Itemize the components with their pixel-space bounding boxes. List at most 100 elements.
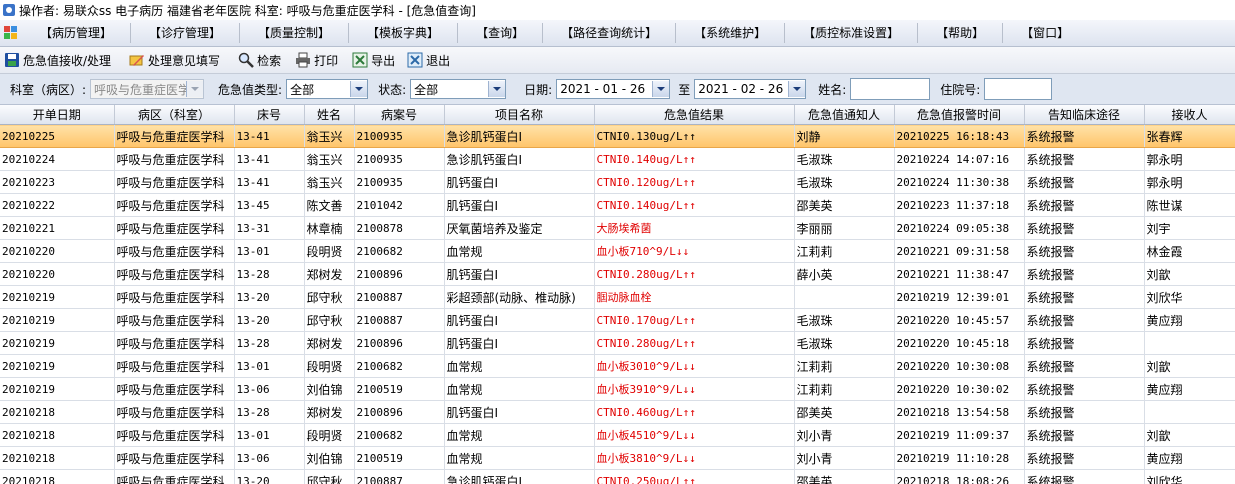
receive-button[interactable]: 危急值接收/处理 [0, 48, 115, 72]
menu-qc-standards[interactable]: 【质控标准设置】 [793, 20, 909, 46]
menu-window[interactable]: 【窗口】 [1011, 20, 1079, 46]
cell-bed: 13-28 [234, 262, 305, 286]
col-header-channel[interactable]: 告知临床途径 [1024, 105, 1145, 125]
cell-notifier: 江莉莉 [794, 377, 895, 401]
cell-item: 血常规 [444, 239, 595, 263]
col-header-record-no[interactable]: 病案号 [354, 105, 445, 125]
cell-notifier: 毛淑珠 [794, 147, 895, 171]
col-header-name[interactable]: 姓名 [304, 105, 355, 125]
chevron-down-icon [652, 81, 670, 97]
menu-separator [457, 23, 459, 43]
cell-order-date: 20210220 [0, 239, 115, 263]
cell-record-no: 2100935 [354, 147, 445, 171]
app-icon [3, 4, 15, 16]
cell-bed: 13-45 [234, 193, 305, 217]
date-to-picker[interactable]: 2021 - 02 - 26 [694, 79, 807, 99]
status-select[interactable]: 全部 [410, 79, 507, 99]
dept-label: 科室（病区）: [10, 82, 87, 97]
cell-name: 邱守秋 [304, 469, 355, 484]
title-bar: 操作者: 易联众ss 电子病历 福建省老年医院 科室: 呼吸与危重症医学科 - … [0, 0, 1235, 20]
table-row[interactable]: 20210221 呼吸与危重症医学科 13-31 林章楠 2100878 厌氧菌培养及鉴定… [0, 216, 1235, 240]
table-row[interactable]: 20210225 呼吸与危重症医学科 13-41 翁玉兴 2100935 急诊肌钙蛋白I C… [0, 124, 1235, 148]
cell-record-no: 2100519 [354, 377, 445, 401]
menu-help[interactable]: 【帮助】 [926, 20, 994, 46]
print-button[interactable]: 打印 [291, 48, 342, 72]
cell-result: CTNI0.140ug/L↑↑ [594, 147, 795, 171]
export-icon [352, 52, 368, 68]
cell-item: 血常规 [444, 446, 595, 470]
cell-name: 邱守秋 [304, 285, 355, 309]
table-row[interactable]: 20210219 呼吸与危重症医学科 13-28 郑树发 2100896 肌钙蛋白I CTN… [0, 331, 1235, 355]
cell-alarm-time: 20210219 11:09:37 [894, 423, 1025, 447]
table-row[interactable]: 20210218 呼吸与危重症医学科 13-06 刘伯锦 2100519 血常规 血小板38… [0, 446, 1235, 470]
table-row[interactable]: 20210220 呼吸与危重症医学科 13-01 段明贤 2100682 血常规 血小板71… [0, 239, 1235, 263]
chevron-down-icon [186, 81, 204, 97]
cell-order-date: 20210219 [0, 354, 115, 378]
cell-notifier: 邵美英 [794, 400, 895, 424]
name-input[interactable] [850, 78, 931, 100]
cell-item: 肌钙蛋白I [444, 262, 595, 286]
cell-ward: 呼吸与危重症医学科 [114, 308, 235, 332]
search-label: 检索 [257, 53, 282, 68]
window-menu-icon[interactable] [4, 26, 18, 40]
exit-button[interactable]: 退出 [403, 48, 454, 72]
cell-ward: 呼吸与危重症医学科 [114, 285, 235, 309]
save-disk-icon [4, 52, 20, 68]
col-header-result[interactable]: 危急值结果 [594, 105, 795, 125]
menu-separator [542, 23, 544, 43]
opinion-button[interactable]: 处理意见填写 [125, 48, 224, 72]
exit-label: 退出 [426, 53, 451, 68]
cell-bed: 13-01 [234, 423, 305, 447]
col-header-notifier[interactable]: 危急值通知人 [794, 105, 895, 125]
cell-receiver: 刘歆 [1144, 354, 1235, 378]
table-row[interactable]: 20210222 呼吸与危重症医学科 13-45 陈文善 2101042 肌钙蛋白I CTN… [0, 193, 1235, 217]
table-row[interactable]: 20210218 呼吸与危重症医学科 13-28 郑树发 2100896 肌钙蛋白I CTN… [0, 400, 1235, 424]
menu-system-maintenance[interactable]: 【系统维护】 [684, 20, 776, 46]
menu-separator [675, 23, 677, 43]
cell-result: CTNI0.120ug/L↑↑ [594, 170, 795, 194]
cell-channel: 系统报警 [1024, 124, 1145, 148]
cell-notifier: 邵美英 [794, 469, 895, 484]
alert-type-select[interactable]: 全部 [286, 79, 369, 99]
cell-name: 翁玉兴 [304, 147, 355, 171]
menu-template-dictionary[interactable]: 【模板字典】 [357, 20, 449, 46]
cell-receiver: 刘歆 [1144, 262, 1235, 286]
table-row[interactable]: 20210219 呼吸与危重症医学科 13-01 段明贤 2100682 血常规 血小板30… [0, 354, 1235, 378]
cell-notifier: 毛淑珠 [794, 331, 895, 355]
menu-query[interactable]: 【查询】 [466, 20, 534, 46]
table-row[interactable]: 20210220 呼吸与危重症医学科 13-28 郑树发 2100896 肌钙蛋白I CTN… [0, 262, 1235, 286]
dept-select[interactable]: 呼吸与危重症医学 [90, 79, 205, 99]
col-header-ward[interactable]: 病区（科室） [114, 105, 235, 125]
col-header-item[interactable]: 项目名称 [444, 105, 595, 125]
admission-number-input[interactable] [984, 78, 1053, 100]
col-header-receiver[interactable]: 接收人 [1144, 105, 1235, 125]
cell-bed: 13-20 [234, 469, 305, 484]
status-select-value: 全部 [414, 82, 439, 97]
date-from-picker[interactable]: 2021 - 01 - 26 [556, 79, 671, 99]
menu-medical-record[interactable]: 【病历管理】 [30, 20, 122, 46]
cell-alarm-time: 20210220 10:30:08 [894, 354, 1025, 378]
date-label: 日期: [524, 82, 553, 97]
export-button[interactable]: 导出 [348, 48, 399, 72]
search-button[interactable]: 检索 [234, 48, 285, 72]
menu-quality-control[interactable]: 【质量控制】 [248, 20, 340, 46]
table-row[interactable]: 20210224 呼吸与危重症医学科 13-41 翁玉兴 2100935 急诊肌钙蛋白I C… [0, 147, 1235, 171]
cell-result: CTNI0.170ug/L↑↑ [594, 308, 795, 332]
opinion-label: 处理意见填写 [148, 53, 221, 68]
table-row[interactable]: 20210219 呼吸与危重症医学科 13-20 邱守秋 2100887 肌钙蛋白I CTN… [0, 308, 1235, 332]
cell-channel: 系统报警 [1024, 377, 1145, 401]
col-header-bed[interactable]: 床号 [234, 105, 305, 125]
menu-path-statistics[interactable]: 【路径查询统计】 [551, 20, 667, 46]
col-header-order-date[interactable]: 开单日期 [0, 105, 115, 125]
cell-notifier: 毛淑珠 [794, 308, 895, 332]
cell-channel: 系统报警 [1024, 308, 1145, 332]
table-row[interactable]: 20210218 呼吸与危重症医学科 13-01 段明贤 2100682 血常规 血小板45… [0, 423, 1235, 447]
cell-record-no: 2101042 [354, 193, 445, 217]
table-row[interactable]: 20210218 呼吸与危重症医学科 13-20 邱守秋 2100887 急诊肌钙蛋白I C… [0, 469, 1235, 484]
table-row[interactable]: 20210219 呼吸与危重症医学科 13-20 邱守秋 2100887 彩超颈部(动脉、… [0, 285, 1235, 309]
menu-diagnosis[interactable]: 【诊疗管理】 [139, 20, 231, 46]
cell-bed: 13-20 [234, 285, 305, 309]
table-row[interactable]: 20210219 呼吸与危重症医学科 13-06 刘伯锦 2100519 血常规 血小板39… [0, 377, 1235, 401]
col-header-alarm-time[interactable]: 危急值报警时间 [894, 105, 1025, 125]
table-row[interactable]: 20210223 呼吸与危重症医学科 13-41 翁玉兴 2100935 肌钙蛋白I CTN… [0, 170, 1235, 194]
